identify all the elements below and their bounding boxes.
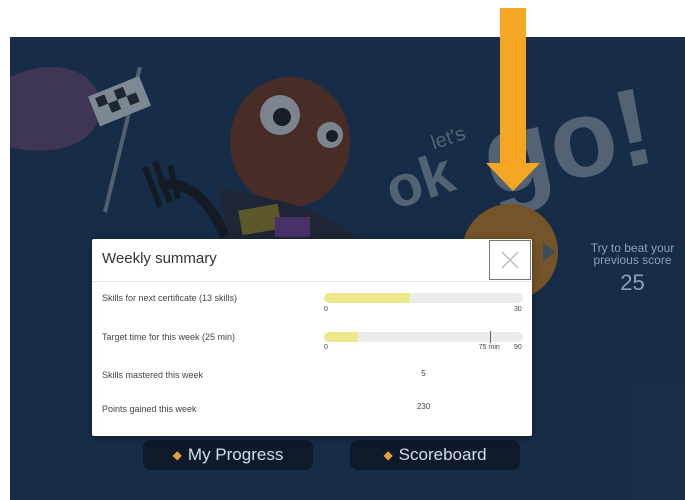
dialog-title: Weekly summary xyxy=(102,250,217,267)
skills-mastered-value: 5 xyxy=(421,369,426,378)
arrow-left-icon: ◆ xyxy=(383,448,393,462)
close-icon xyxy=(501,251,519,269)
target-time-min: 0 xyxy=(324,344,328,351)
pointer-arrow-icon xyxy=(486,163,540,191)
row-label-target-time: Target time for this week (25 min) xyxy=(102,332,236,342)
my-progress-label: My Progress xyxy=(187,445,284,464)
my-progress-button[interactable]: ◆ My Progress xyxy=(143,440,313,470)
dialog-divider xyxy=(92,281,532,282)
close-button[interactable] xyxy=(489,240,531,280)
target-time-marker-label: 75 min xyxy=(478,344,500,351)
row-label-skills-mastered: Skills mastered this week xyxy=(102,370,204,380)
row-label-certificate: Skills for next certificate (13 skills) xyxy=(102,293,238,303)
target-time-marker xyxy=(489,331,491,343)
scoreboard-label: Scoreboard xyxy=(398,445,487,464)
scoreboard-button[interactable]: ◆ Scoreboard xyxy=(350,440,520,470)
certificate-max: 30 xyxy=(514,306,522,313)
weekly-summary-dialog: Weekly summary Skills for next certifica… xyxy=(92,239,532,436)
target-time-progress-bar xyxy=(324,332,523,342)
previous-score: 25 xyxy=(620,270,645,295)
certificate-progress-bar xyxy=(324,293,523,303)
certificate-progress-fill xyxy=(324,293,410,303)
target-time-progress-fill xyxy=(324,332,358,342)
pointer-arrow-shaft xyxy=(500,8,526,163)
row-label-points-gained: Points gained this week xyxy=(102,404,197,414)
arrow-left-icon: ◆ xyxy=(172,448,182,462)
beat-score-text: Try to beat your previous score xyxy=(590,241,675,267)
points-gained-value: 230 xyxy=(416,402,431,411)
target-time-max: 90 xyxy=(514,344,522,351)
certificate-min: 0 xyxy=(324,306,328,313)
